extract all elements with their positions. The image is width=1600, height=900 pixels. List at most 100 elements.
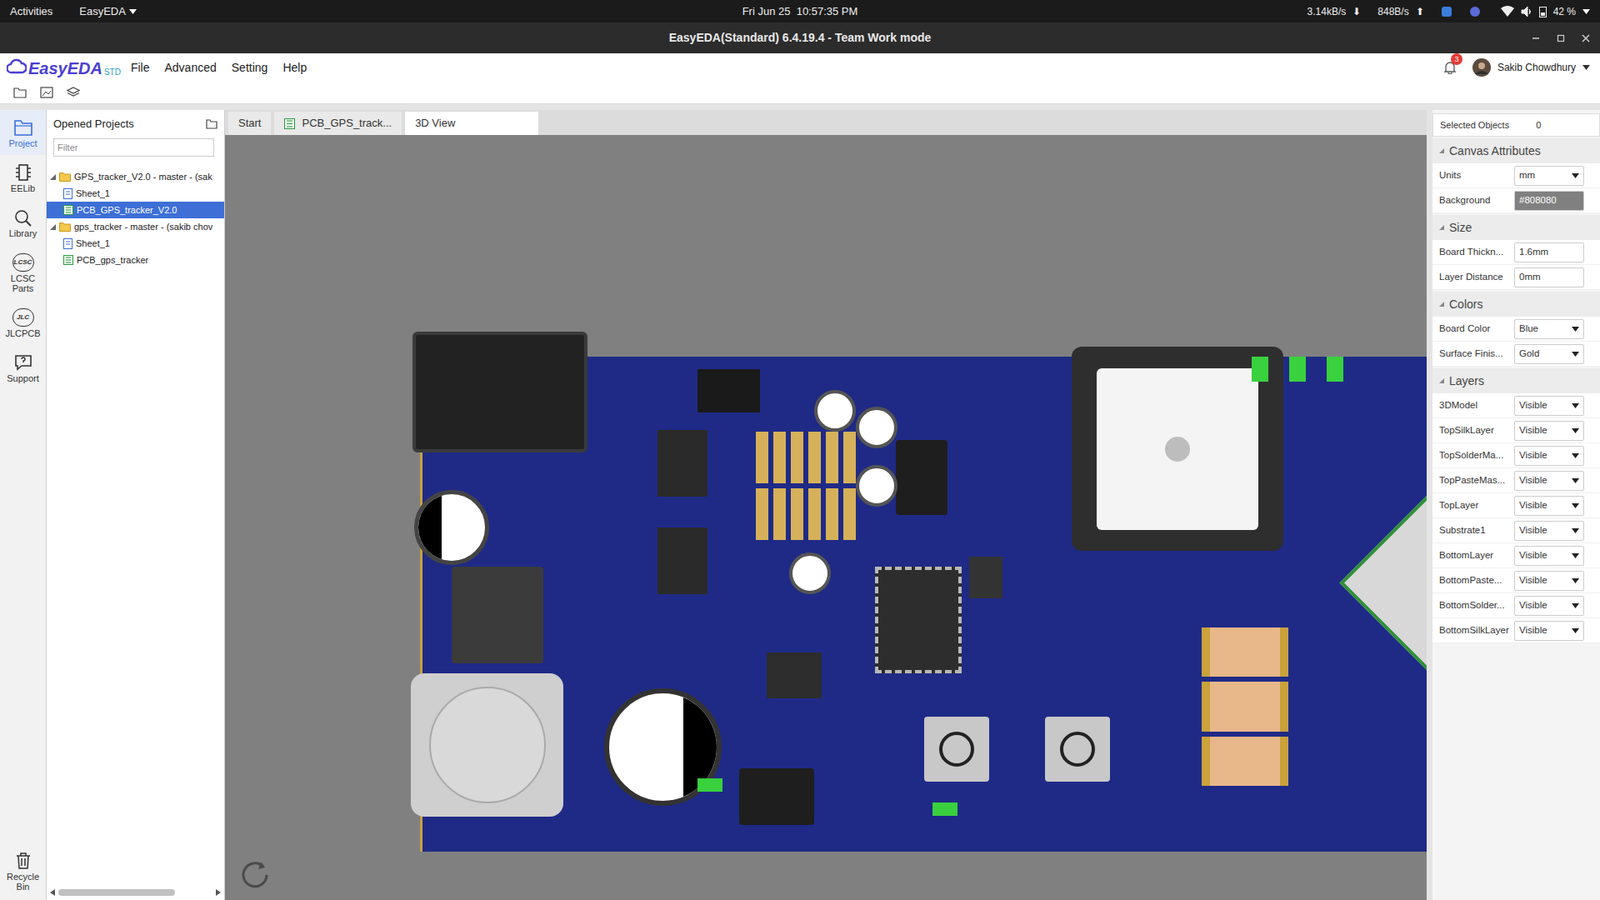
property-field[interactable]: 0mm <box>1514 267 1585 288</box>
sidebar-item[interactable]: JLCJLCPCB <box>0 300 46 345</box>
battery-icon[interactable] <box>1539 5 1547 18</box>
app-menu-label[interactable]: EasyEDA <box>79 3 126 20</box>
dropdown-icon[interactable] <box>1571 528 1580 534</box>
sidebar-item[interactable]: Support <box>0 345 46 390</box>
property-value[interactable]: Gold <box>1519 346 1540 361</box>
property-value[interactable]: Visible <box>1519 473 1548 488</box>
app-menu[interactable]: EasyEDA <box>79 3 137 20</box>
property-value[interactable]: Blue <box>1519 321 1539 336</box>
tree-label[interactable]: PCB_gps_tracker <box>76 253 149 268</box>
sidebar-item[interactable]: Project <box>0 110 46 155</box>
expander-icon[interactable] <box>1439 148 1445 154</box>
close-icon[interactable] <box>1581 34 1590 43</box>
property-select[interactable]: Gold <box>1514 344 1585 365</box>
expander-icon[interactable] <box>50 174 56 180</box>
scroll-left-icon[interactable] <box>50 889 55 896</box>
tree-label[interactable]: Sheet_1 <box>75 186 110 201</box>
notifications[interactable]: 3 <box>1440 58 1460 77</box>
editor-tab[interactable]: 3D View <box>405 111 539 135</box>
tree-item[interactable]: Sheet_1 <box>46 235 225 252</box>
property-select[interactable]: Visible <box>1514 420 1585 441</box>
property-select[interactable]: Visible <box>1514 620 1585 641</box>
filter-input[interactable] <box>53 138 215 157</box>
property-select[interactable]: Visible <box>1514 495 1585 516</box>
property-value[interactable]: Visible <box>1519 623 1548 638</box>
property-select[interactable]: Visible <box>1514 595 1585 616</box>
dropdown-icon[interactable] <box>1571 503 1580 509</box>
tree-item[interactable]: gps_tracker - master - (sakib chov <box>46 218 225 235</box>
tab-label[interactable]: Start <box>238 115 261 132</box>
tree-item[interactable]: GPS_tracker_V2.0 - master - (sak <box>46 168 225 185</box>
property-select[interactable]: Blue <box>1514 319 1585 340</box>
property-value[interactable]: #808080 <box>1519 193 1557 208</box>
property-select[interactable]: Visible <box>1514 445 1585 466</box>
dropdown-icon[interactable] <box>1571 351 1580 357</box>
property-value[interactable]: Visible <box>1519 448 1548 463</box>
property-value[interactable]: Visible <box>1519 548 1548 563</box>
section-header[interactable]: Size <box>1432 215 1600 240</box>
property-field[interactable]: 1.6mm <box>1514 242 1585 263</box>
minimize-icon[interactable] <box>1531 34 1540 43</box>
menu-item[interactable]: Advanced <box>165 59 217 77</box>
section-header[interactable]: Layers <box>1432 368 1600 394</box>
activities-button[interactable]: Activities <box>10 3 53 20</box>
property-select[interactable]: Visible <box>1514 570 1585 591</box>
reset-view-icon[interactable] <box>238 858 272 892</box>
layers-icon[interactable] <box>66 86 80 99</box>
menu-item[interactable]: Setting <box>231 59 269 77</box>
user-name[interactable]: Sakib Chowdhury <box>1497 60 1576 75</box>
property-select[interactable]: Visible <box>1514 470 1585 491</box>
scroll-thumb[interactable] <box>58 889 175 896</box>
sidebar-item[interactable]: EELib <box>0 155 46 200</box>
expander-icon[interactable] <box>1439 301 1445 307</box>
dropdown-icon[interactable] <box>1571 173 1580 179</box>
property-value[interactable]: 0mm <box>1519 270 1541 285</box>
tab-label[interactable]: PCB_GPS_track... <box>301 115 392 132</box>
tree-item[interactable]: PCB_gps_tracker <box>46 251 225 269</box>
property-value[interactable]: Visible <box>1519 423 1548 438</box>
property-value[interactable]: Visible <box>1519 523 1548 538</box>
tree-item[interactable]: Sheet_1 <box>46 185 225 202</box>
property-value[interactable]: Visible <box>1519 573 1548 588</box>
maximize-icon[interactable] <box>1556 34 1565 43</box>
dropdown-icon[interactable] <box>1571 453 1580 459</box>
property-field[interactable]: #808080 <box>1514 190 1585 211</box>
menu-item[interactable]: Help <box>282 59 307 77</box>
property-value[interactable]: 1.6mm <box>1519 245 1549 260</box>
expander-icon[interactable] <box>50 224 56 230</box>
dropdown-icon[interactable] <box>1571 553 1580 559</box>
property-select[interactable]: Visible <box>1514 545 1585 566</box>
tree-label[interactable]: gps_tracker - master - (sakib chov <box>74 220 213 235</box>
sidebar-item[interactable]: LCSCLCSC Parts <box>0 245 46 300</box>
property-value[interactable]: Visible <box>1519 598 1548 613</box>
folder-icon[interactable] <box>205 119 218 130</box>
clock[interactable]: Fri Jun 25 10:57:35 PM <box>742 3 859 20</box>
property-value[interactable]: mm <box>1519 168 1535 183</box>
sidebar-item[interactable]: Library <box>0 200 46 245</box>
dropdown-icon[interactable] <box>1571 578 1580 584</box>
tree-label[interactable]: GPS_tracker_V2.0 - master - (sak <box>74 170 213 185</box>
tree-item[interactable]: PCB_GPS_tracker_V2.0 <box>46 201 225 219</box>
dropdown-icon[interactable] <box>1571 628 1580 634</box>
property-select[interactable]: mm <box>1514 165 1585 186</box>
tree-label[interactable]: Sheet_1 <box>75 236 110 251</box>
property-value[interactable]: Visible <box>1519 398 1548 413</box>
battery-level[interactable]: 42 % <box>1553 4 1576 20</box>
image-export-icon[interactable] <box>40 86 54 99</box>
property-value[interactable]: Visible <box>1519 498 1548 513</box>
dropdown-icon[interactable] <box>1571 478 1580 484</box>
editor-tab[interactable]: PCB_GPS_track... <box>274 111 402 135</box>
avatar-icon[interactable] <box>1472 58 1491 77</box>
tree-label[interactable]: PCB_GPS_tracker_V2.0 <box>76 203 177 218</box>
horizontal-scrollbar[interactable] <box>50 888 221 897</box>
3d-canvas[interactable] <box>225 135 1427 900</box>
editor-tab[interactable]: Start <box>228 111 271 135</box>
expander-icon[interactable] <box>1439 378 1445 384</box>
menu-item[interactable]: File <box>130 59 150 77</box>
section-header[interactable]: Canvas Attributes <box>1432 138 1600 164</box>
recycle-bin[interactable]: Recycle Bin <box>6 851 40 892</box>
dropdown-icon[interactable] <box>1571 403 1580 409</box>
volume-icon[interactable] <box>1520 5 1533 18</box>
expander-icon[interactable] <box>1439 225 1445 230</box>
logo[interactable]: EasyEDASTD <box>6 58 121 77</box>
